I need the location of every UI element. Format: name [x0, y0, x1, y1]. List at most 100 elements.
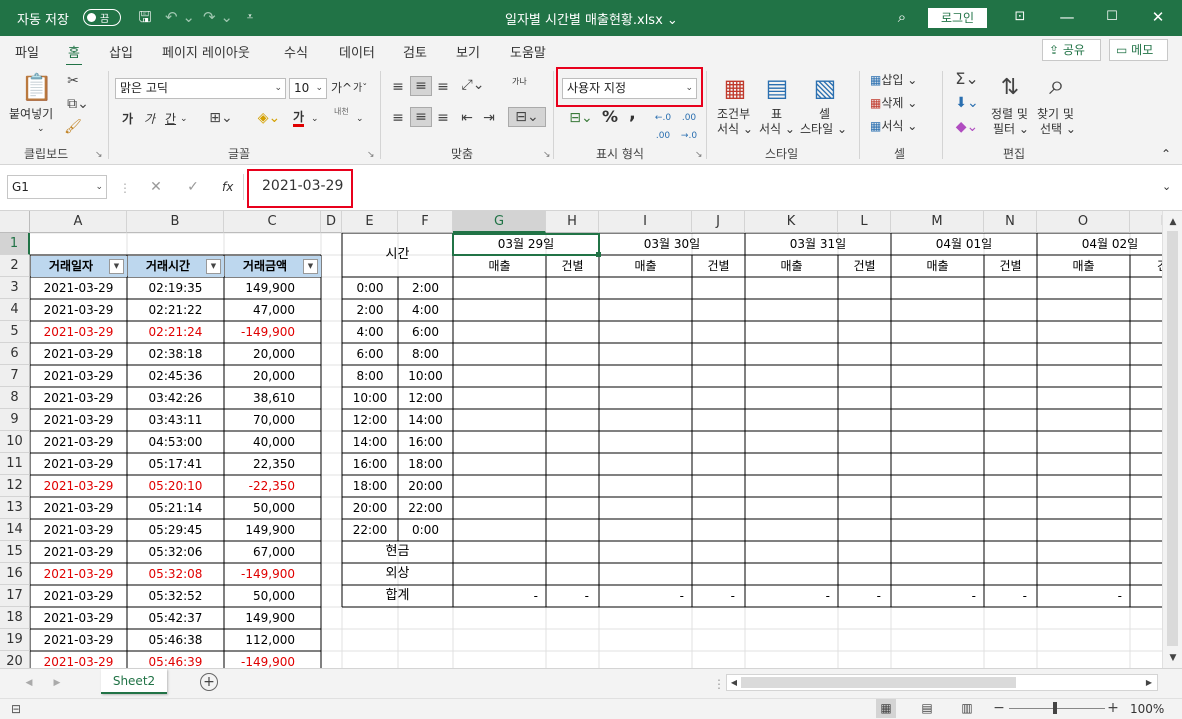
row-header-7[interactable]: 7 — [0, 365, 30, 387]
collapse-ribbon-icon[interactable]: ⌃ — [1161, 147, 1171, 161]
tab-home[interactable]: 홈 — [66, 42, 82, 67]
table-cell[interactable]: 2021-03-29 — [30, 585, 127, 607]
delete-cells-button[interactable]: ▦삭제 ⌄ — [870, 96, 917, 110]
table-cell[interactable]: 2021-03-29 — [30, 629, 127, 651]
table-cell[interactable]: 02:19:35 — [127, 277, 224, 299]
font-launcher-icon[interactable]: ↘ — [367, 148, 375, 162]
fill-icon[interactable]: ⬇⌄ — [952, 94, 982, 112]
row-header-15[interactable]: 15 — [0, 541, 30, 563]
table-cell[interactable]: 02:21:22 — [127, 299, 224, 321]
table-cell[interactable]: 02:38:18 — [127, 343, 224, 365]
underline-dropdown-icon[interactable]: ⌄ — [180, 112, 188, 126]
table-cell[interactable]: 05:46:39 — [127, 651, 224, 668]
tab-file[interactable]: 파일 — [15, 42, 39, 61]
table-cell[interactable]: 22,350 — [224, 453, 321, 475]
total-dash[interactable]: - — [984, 585, 1037, 607]
table-cell[interactable]: 149,900 — [224, 519, 321, 541]
total-dash[interactable]: - — [891, 585, 984, 607]
table-cell[interactable]: 2021-03-29 — [30, 453, 127, 475]
total-dash[interactable]: - — [599, 585, 692, 607]
ribbon-display-icon[interactable]: ⊡ — [1010, 6, 1030, 28]
page-break-view-icon[interactable]: ▥ — [957, 699, 977, 717]
sheet-tab-sheet2[interactable]: Sheet2 — [101, 669, 167, 694]
table-cell[interactable]: 2021-03-29 — [30, 321, 127, 343]
align-bottom-icon[interactable]: ≡ — [434, 78, 452, 96]
row-header-1[interactable]: 1 — [0, 233, 30, 255]
table-cell[interactable]: 70,000 — [224, 409, 321, 431]
tab-help[interactable]: 도움말 — [510, 42, 546, 61]
row-header-19[interactable]: 19 — [0, 629, 30, 651]
total-dash[interactable]: - — [838, 585, 891, 607]
row-header-16[interactable]: 16 — [0, 563, 30, 585]
decrease-font-size-button[interactable]: 가ˇ — [353, 82, 367, 96]
find-select-label2[interactable]: 선택 ⌄ — [1040, 122, 1076, 136]
table-cell[interactable]: 67,000 — [224, 541, 321, 563]
customize-qat-icon[interactable]: ⩡ — [243, 6, 257, 28]
sort-filter-label[interactable]: 정렬 및 — [991, 107, 1028, 121]
sort-filter-icon[interactable]: ⇅ — [995, 73, 1025, 103]
tab-page-layout[interactable]: 페이지 레이아웃 — [162, 42, 250, 61]
cancel-icon[interactable]: ✕ — [147, 178, 165, 196]
paste-label[interactable]: 붙여넣기 — [9, 107, 53, 121]
font-name-dropdown[interactable]: 맑은 고딕 ⌄ — [115, 78, 286, 99]
table-cell[interactable]: 2021-03-29 — [30, 541, 127, 563]
insert-cells-button[interactable]: ▦삽입 ⌄ — [870, 73, 917, 87]
worksheet-grid[interactable]: ABCDEFGHIJKLMNOP123456789101112131415161… — [0, 211, 1162, 668]
table-cell[interactable]: 2021-03-29 — [30, 343, 127, 365]
comments-button[interactable]: ▭ 메모 — [1109, 39, 1168, 61]
column-header-m[interactable]: M — [891, 211, 984, 233]
total-dash[interactable]: - — [745, 585, 838, 607]
close-icon[interactable]: ✕ — [1148, 6, 1168, 28]
row-header-3[interactable]: 3 — [0, 277, 30, 299]
table-cell[interactable]: 05:17:41 — [127, 453, 224, 475]
table-cell[interactable]: 2021-03-29 — [30, 299, 127, 321]
table-cell[interactable]: 20,000 — [224, 365, 321, 387]
row-header-6[interactable]: 6 — [0, 343, 30, 365]
zoom-out-icon[interactable]: − — [993, 699, 1005, 717]
column-header-e[interactable]: E — [342, 211, 398, 233]
table-cell[interactable]: -22,350 — [224, 475, 321, 497]
row-header-13[interactable]: 13 — [0, 497, 30, 519]
zoom-slider-thumb[interactable] — [1053, 702, 1057, 714]
table-cell[interactable]: -149,900 — [224, 321, 321, 343]
row-header-5[interactable]: 5 — [0, 321, 30, 343]
decrease-decimal-icon[interactable]: .00 →.0 — [678, 109, 700, 145]
date-header[interactable]: 04월 02일 — [1037, 233, 1162, 255]
copy-icon[interactable]: ⧉⌄ — [64, 95, 92, 113]
filter-dropdown-icon[interactable]: ▼ — [206, 259, 221, 274]
merge-center-icon[interactable]: ⊟⌄ — [508, 107, 546, 127]
number-launcher-icon[interactable]: ↘ — [695, 148, 703, 162]
share-button[interactable]: ⇪ 공유 — [1042, 39, 1101, 61]
table-cell[interactable]: 149,900 — [224, 607, 321, 629]
column-header-n[interactable]: N — [984, 211, 1037, 233]
font-color-button[interactable]: 가 — [293, 111, 305, 127]
scroll-left-icon[interactable]: ◀ — [728, 674, 740, 692]
formula-input-area[interactable] — [243, 174, 1182, 200]
table-cell[interactable]: 50,000 — [224, 585, 321, 607]
alignment-launcher-icon[interactable]: ↘ — [543, 148, 551, 162]
tab-formulas[interactable]: 수식 — [284, 42, 308, 61]
row-header-9[interactable]: 9 — [0, 409, 30, 431]
format-as-table-label[interactable]: 표 — [771, 107, 782, 121]
table-cell[interactable]: 20,000 — [224, 343, 321, 365]
table-cell[interactable]: -149,900 — [224, 563, 321, 585]
sort-filter-label2[interactable]: 필터 ⌄ — [993, 122, 1029, 136]
total-dash[interactable]: - — [453, 585, 546, 607]
enter-icon[interactable]: ✓ — [184, 178, 202, 196]
total-dash[interactable]: - — [546, 585, 599, 607]
table-cell[interactable]: 2021-03-29 — [30, 607, 127, 629]
macro-record-icon[interactable]: ⊟ — [8, 700, 24, 718]
orientation-icon[interactable]: ⤢⌄ — [458, 76, 488, 94]
maximize-icon[interactable]: ☐ — [1102, 6, 1122, 28]
table-cell[interactable]: 05:42:37 — [127, 607, 224, 629]
horizontal-scroll-thumb[interactable] — [741, 677, 1016, 688]
table-cell[interactable]: 05:32:06 — [127, 541, 224, 563]
paste-dropdown-icon[interactable]: ⌄ — [37, 122, 45, 136]
tab-data[interactable]: 데이터 — [339, 42, 375, 61]
vertical-scroll-thumb[interactable] — [1167, 231, 1178, 646]
table-cell[interactable]: 40,000 — [224, 431, 321, 453]
column-header-c[interactable]: C — [224, 211, 321, 233]
insert-function-icon[interactable]: fx — [222, 180, 233, 194]
align-center-icon[interactable]: ≡ — [410, 107, 432, 127]
table-cell[interactable]: 50,000 — [224, 497, 321, 519]
